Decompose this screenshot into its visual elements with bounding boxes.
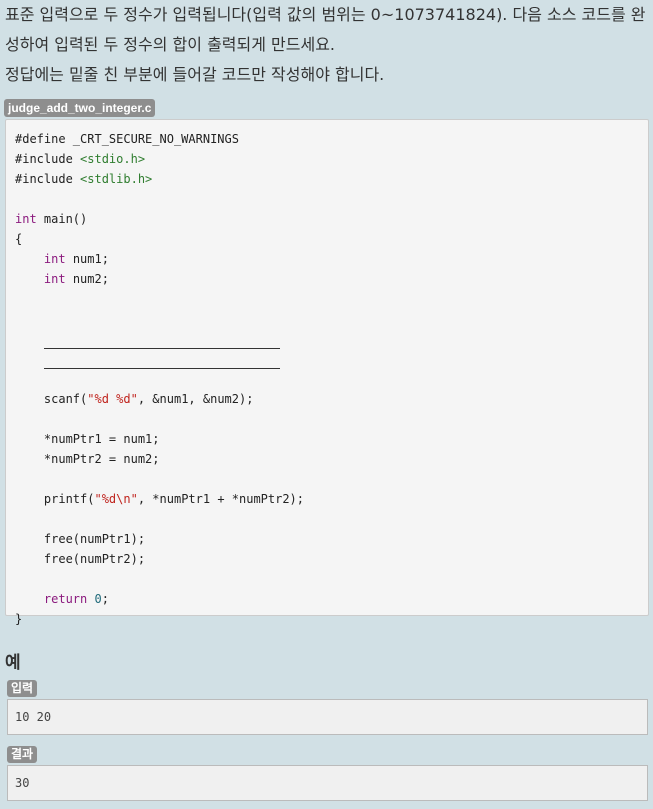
output-example-box: 30	[7, 765, 648, 801]
code-include-stdio: <stdio.h>	[80, 152, 146, 166]
code-return-value: 0	[94, 592, 102, 606]
code-include-kw: #include	[15, 172, 73, 186]
code-return-keyword: return	[43, 592, 88, 606]
code-define: #define _CRT_SECURE_NO_WARNINGS	[15, 132, 239, 146]
example-title: 예	[5, 653, 21, 673]
code-main-signature: main()	[36, 212, 88, 226]
code-semicolon: ;	[101, 592, 109, 606]
code-assign-ptr2: *numPtr2 = num2;	[43, 452, 160, 466]
code-scanf-fn: scanf(	[43, 392, 88, 406]
code-printf-fn: printf(	[43, 492, 95, 506]
code-printf-args: , *numPtr1 + *numPtr2);	[137, 492, 305, 506]
code-num2-decl: num2;	[65, 272, 109, 286]
code-scanf-args: , &num1, &num2);	[137, 392, 254, 406]
input-example-box: 10 20	[7, 699, 648, 735]
code-int-keyword: int	[15, 212, 37, 226]
answer-blank-line-1	[43, 336, 280, 349]
code-open-brace: {	[15, 232, 23, 246]
file-name-tag: judge_add_two_integer.c	[4, 99, 156, 117]
code-include-stdlib: <stdlib.h>	[80, 172, 153, 186]
code-free-ptr1: free(numPtr1);	[43, 532, 146, 546]
source-code: #define _CRT_SECURE_NO_WARNINGS #include…	[15, 129, 304, 629]
answer-instruction: 정답에는 밑줄 친 부분에 들어갈 코드만 작성해야 합니다.	[5, 65, 385, 84]
problem-description: 표준 입력으로 두 정수가 입력됩니다(입력 값의 범위는 0~10737418…	[5, 5, 646, 54]
code-block: #define _CRT_SECURE_NO_WARNINGS #include…	[5, 119, 649, 626]
code-int-keyword: int	[43, 252, 66, 266]
code-free-ptr2: free(numPtr2);	[43, 552, 146, 566]
code-num1-decl: num1;	[65, 252, 109, 266]
code-int-keyword: int	[43, 272, 66, 286]
code-scanf-format: "%d %d"	[87, 392, 138, 406]
code-assign-ptr1: *numPtr1 = num1;	[43, 432, 160, 446]
code-include-kw: #include	[15, 152, 73, 166]
answer-blank-line-2	[43, 356, 280, 369]
code-printf-format: "%d\n"	[94, 492, 138, 506]
code-close-brace: }	[15, 612, 23, 626]
output-label-tag: 결과	[7, 746, 38, 763]
input-label-tag: 입력	[7, 680, 38, 697]
